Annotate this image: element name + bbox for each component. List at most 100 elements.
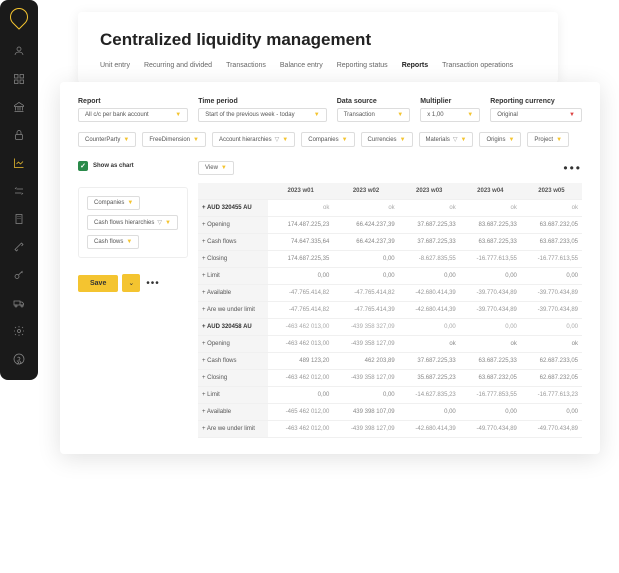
row-label[interactable]: + Available xyxy=(198,285,268,302)
expand-icon[interactable]: » xyxy=(16,357,22,368)
tab-reporting-status[interactable]: Reporting status xyxy=(337,62,388,69)
more-actions-icon[interactable]: ••• xyxy=(146,278,160,289)
column-header xyxy=(198,183,268,200)
cell-value: -47.765.414,82 xyxy=(268,302,333,319)
show-as-chart-toggle[interactable]: ✓ Show as chart xyxy=(78,161,188,171)
tools-icon[interactable] xyxy=(12,240,26,254)
table-row: + Limit0,000,000,000,000,00 xyxy=(198,268,582,285)
cell-value: -8.627.835,55 xyxy=(399,251,460,268)
tab-reports[interactable]: Reports xyxy=(402,62,428,69)
cell-value: 0,00 xyxy=(460,319,521,336)
row-label[interactable]: + Available xyxy=(198,404,268,421)
filter-chip-materials[interactable]: Materials▽▼ xyxy=(419,132,474,147)
cell-value: -463 462 013,00 xyxy=(268,319,333,336)
cell-value: 0,00 xyxy=(399,268,460,285)
cell-value: 63.687.225,33 xyxy=(460,353,521,370)
report-select[interactable]: All c/c per bank account▼ xyxy=(78,108,188,122)
main-card: Report All c/c per bank account▼ Time pe… xyxy=(60,82,600,454)
truck-icon[interactable] xyxy=(12,296,26,310)
cell-value: -439 358 127,09 xyxy=(333,336,398,353)
filter-chip-project[interactable]: Project▼ xyxy=(527,132,569,147)
row-label[interactable]: + Closing xyxy=(198,370,268,387)
cell-value: 63.687.225,33 xyxy=(460,234,521,251)
filters-primary: Report All c/c per bank account▼ Time pe… xyxy=(78,98,582,122)
header-card: Centralized liquidity management Unit en… xyxy=(78,12,558,83)
filter-chip-companies[interactable]: Companies▼ xyxy=(301,132,354,147)
dimension-chip-cash-flows[interactable]: Cash flows▼ xyxy=(87,235,139,249)
row-label[interactable]: + AUD 320455 AU xyxy=(198,200,268,217)
table-row: + Closing174.687.225,350,00-8.627.835,55… xyxy=(198,251,582,268)
logo-icon xyxy=(6,4,31,29)
cell-value: 174.687.225,35 xyxy=(268,251,333,268)
sidebar: » xyxy=(0,0,38,380)
table-more-icon[interactable]: ••• xyxy=(563,161,582,175)
reporting-currency-select[interactable]: Original▼ xyxy=(490,108,582,122)
building-icon[interactable] xyxy=(12,212,26,226)
grid-icon[interactable] xyxy=(12,72,26,86)
cell-value: 62.687.233,05 xyxy=(521,353,582,370)
table-row: + Opening174.487.225,2366.424.237,3937.6… xyxy=(198,217,582,234)
view-chip[interactable]: View▼ xyxy=(198,161,234,175)
page-title: Centralized liquidity management xyxy=(100,30,536,50)
tab-transactions[interactable]: Transactions xyxy=(226,62,266,69)
gear-icon[interactable] xyxy=(12,324,26,338)
row-label[interactable]: + Opening xyxy=(198,217,268,234)
multiplier-select[interactable]: x 1,00▼ xyxy=(420,108,480,122)
row-label[interactable]: + Are we under limit xyxy=(198,302,268,319)
time-period-select[interactable]: Start of the previous week - today▼ xyxy=(198,108,327,122)
data-source-select[interactable]: Transaction▼ xyxy=(337,108,410,122)
row-label[interactable]: + Closing xyxy=(198,251,268,268)
save-dropdown-button[interactable]: ⌄ xyxy=(122,274,140,292)
table-row: + Are we under limit-463 462 012,00-439 … xyxy=(198,421,582,438)
row-label[interactable]: + Cash flows xyxy=(198,353,268,370)
tab-balance-entry[interactable]: Balance entry xyxy=(280,62,323,69)
table-row: + AUD 320455 AUokokokokok xyxy=(198,200,582,217)
cell-value: -42.680.414,39 xyxy=(399,285,460,302)
filter-chip-origins[interactable]: Origins▼ xyxy=(479,132,521,147)
cell-value: -463 462 012,00 xyxy=(268,370,333,387)
transfer-icon[interactable] xyxy=(12,184,26,198)
lock-icon[interactable] xyxy=(12,128,26,142)
cell-value: 0,00 xyxy=(399,404,460,421)
row-label[interactable]: + AUD 320458 AU xyxy=(198,319,268,336)
cell-value: 0,00 xyxy=(268,268,333,285)
cell-value: 439 398 107,09 xyxy=(333,404,398,421)
bank-icon[interactable] xyxy=(12,100,26,114)
cell-value: 37.687.225,33 xyxy=(399,353,460,370)
tab-recurring-and-divided[interactable]: Recurring and divided xyxy=(144,62,212,69)
cell-value: -39.770.434,89 xyxy=(460,302,521,319)
user-icon[interactable] xyxy=(12,44,26,58)
time-period-label: Time period xyxy=(198,98,327,105)
row-label[interactable]: + Cash flows xyxy=(198,234,268,251)
filter-chip-account-hierarchies[interactable]: Account hierarchies▽▼ xyxy=(212,132,295,147)
table-row: + Limit0,000,00-14.627.835,23-16.777.853… xyxy=(198,387,582,404)
table-row: + Available-47.765.414,82-47.765.414,82-… xyxy=(198,285,582,302)
row-label[interactable]: + Are we under limit xyxy=(198,421,268,438)
cell-value: 63.687.233,05 xyxy=(521,234,582,251)
chart-icon[interactable] xyxy=(12,156,26,170)
column-header: 2023 w03 xyxy=(399,183,460,200)
cell-value: 0,00 xyxy=(333,387,398,404)
row-label[interactable]: + Limit xyxy=(198,268,268,285)
tab-transaction-operations[interactable]: Transaction operations xyxy=(442,62,513,69)
cell-value: 66.424.237,39 xyxy=(333,217,398,234)
filter-chip-currencies[interactable]: Currencies▼ xyxy=(361,132,413,147)
save-button[interactable]: Save xyxy=(78,275,118,292)
cell-value: 462 203,89 xyxy=(333,353,398,370)
cell-value: 37.687.225,33 xyxy=(399,217,460,234)
dimension-chip-cash-flows-hierarchies[interactable]: Cash flows hierarchies▽▼ xyxy=(87,215,178,230)
filter-chip-freedimension[interactable]: FreeDimension▼ xyxy=(142,132,206,147)
tab-unit-entry[interactable]: Unit entry xyxy=(100,62,130,69)
cell-value: -49.770.434,89 xyxy=(521,421,582,438)
filter-chip-counterparty[interactable]: CounterParty▼ xyxy=(78,132,136,147)
cell-value: -439 358 327,09 xyxy=(333,319,398,336)
report-label: Report xyxy=(78,98,188,105)
cell-value: 0,00 xyxy=(333,268,398,285)
column-header: 2023 w01 xyxy=(268,183,333,200)
row-label[interactable]: + Limit xyxy=(198,387,268,404)
cell-value: -16.777.853,55 xyxy=(460,387,521,404)
row-label[interactable]: + Opening xyxy=(198,336,268,353)
key-icon[interactable] xyxy=(12,268,26,282)
dimension-chip-companies[interactable]: Companies▼ xyxy=(87,196,140,210)
cell-value: 0,00 xyxy=(521,404,582,421)
